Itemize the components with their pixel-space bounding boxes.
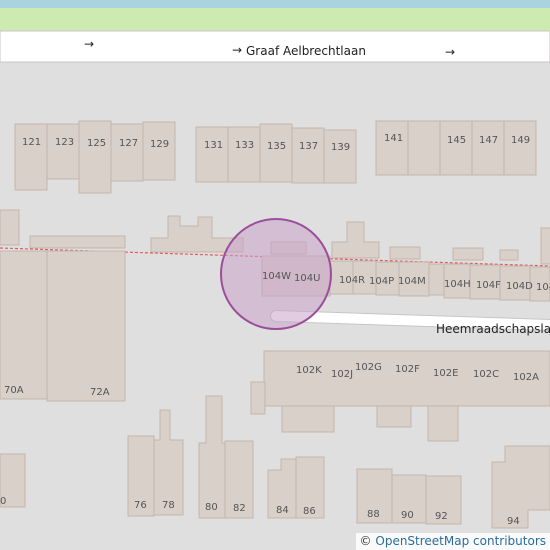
house-number: 72A xyxy=(90,387,110,398)
oneway-arrow-3: → xyxy=(445,45,455,59)
house-number: 102J xyxy=(331,369,353,380)
house-number: 104U xyxy=(294,273,320,284)
house-number: 104W xyxy=(262,271,291,282)
house-number: 104P xyxy=(369,276,394,287)
house-number: 102C xyxy=(473,369,499,380)
house-number: 125 xyxy=(87,138,106,149)
map-attribution: © OpenStreetMap contributors xyxy=(355,533,550,550)
oneway-arrow-2: → xyxy=(232,43,242,57)
house-number: 104F xyxy=(476,280,501,291)
house-number: 92 xyxy=(435,511,448,522)
house-number: 145 xyxy=(447,135,466,146)
house-number: 133 xyxy=(235,140,254,151)
house-number: 102A xyxy=(513,372,539,383)
house-number: 70A xyxy=(4,385,24,396)
house-number: 104H xyxy=(444,279,471,290)
house-number: 104M xyxy=(398,276,426,287)
house-number: 80 xyxy=(205,502,218,513)
house-number: 129 xyxy=(150,139,169,150)
building-row-1 xyxy=(14,120,537,194)
house-number: 137 xyxy=(299,141,318,152)
house-number: 139 xyxy=(331,142,350,153)
house-number: 78 xyxy=(162,500,175,511)
house-number: 90 xyxy=(401,510,414,521)
house-number: 149 xyxy=(511,135,530,146)
house-number: 88 xyxy=(367,509,380,520)
house-number: 94 xyxy=(507,516,520,527)
house-number: 131 xyxy=(204,140,223,151)
house-labels-row-4: 76 78 80 82 84 86 88 90 92 94 xyxy=(134,500,520,527)
house-number: 102F xyxy=(395,364,420,375)
grass-strip xyxy=(0,8,550,32)
house-number: 104R xyxy=(339,275,365,286)
house-number: 86 xyxy=(303,506,316,517)
house-number: 121 xyxy=(22,137,41,148)
street-label-graaf-aelbrechtlaan: Graaf Aelbrechtlaan xyxy=(246,44,366,58)
map-viewport[interactable]: → → → Graaf Aelbrechtlaan Heemraadschaps… xyxy=(0,0,550,550)
copyright-symbol: © xyxy=(359,534,372,548)
oneway-arrow-1: → xyxy=(84,37,94,51)
map-canvas[interactable]: → → → Graaf Aelbrechtlaan Heemraadschaps… xyxy=(0,0,550,550)
house-number: 104 xyxy=(536,282,550,293)
west-buildings xyxy=(0,250,126,402)
house-number: 123 xyxy=(55,137,74,148)
house-number: 102K xyxy=(296,365,322,376)
house-number: 135 xyxy=(267,141,286,152)
house-number: 82 xyxy=(233,503,246,514)
house-number: 102G xyxy=(355,362,382,373)
street-label-heemraadschapslaan: Heemraadschapslaan xyxy=(436,322,550,336)
house-number: 76 xyxy=(134,500,147,511)
house-number: 84 xyxy=(276,505,289,516)
house-number: 147 xyxy=(479,135,498,146)
house-number: 127 xyxy=(119,138,138,149)
openstreetmap-contributors-link[interactable]: OpenStreetMap contributors xyxy=(375,534,546,548)
building-row-4 xyxy=(0,395,550,529)
house-number: 102E xyxy=(433,368,458,379)
house-number: 104D xyxy=(506,281,533,292)
house-number: 0 xyxy=(0,496,6,507)
house-number: 141 xyxy=(384,133,403,144)
